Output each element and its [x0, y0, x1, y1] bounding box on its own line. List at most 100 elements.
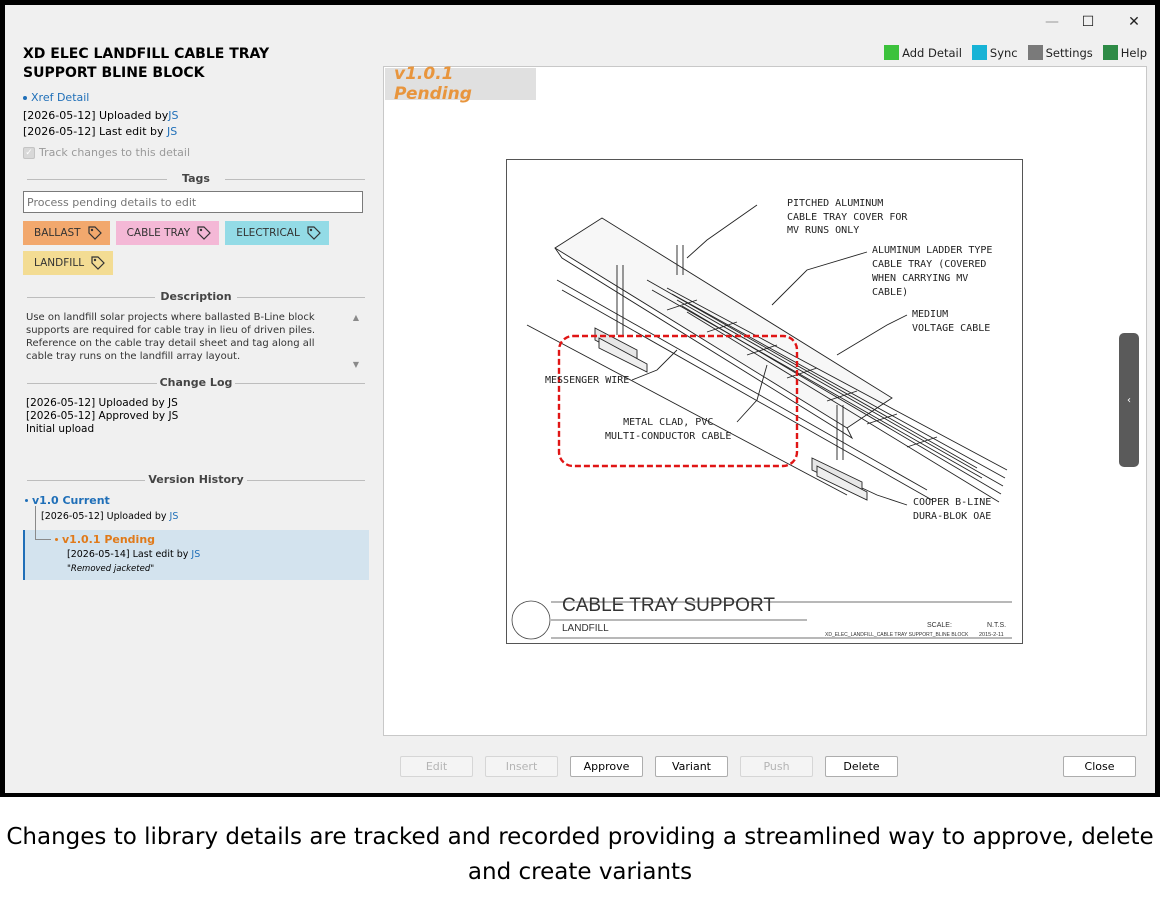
tag-icon	[87, 226, 102, 240]
version-current[interactable]: v1.0 Current	[23, 494, 369, 507]
add-detail-button[interactable]: Add Detail	[884, 45, 962, 60]
tag-list: BALLAST CABLE TRAY ELECTRICAL LANDFILL	[23, 221, 363, 275]
uploaded-meta: [2026-05-12] Uploaded byJS	[23, 108, 369, 124]
callout-line: MULTI-CONDUCTOR CABLE	[605, 431, 732, 442]
description-box: Use on landfill solar projects where bal…	[23, 311, 363, 369]
callout-bline-block: COOPER B-LINE DURA-BLOK OAE	[913, 496, 991, 524]
collapse-panel-handle[interactable]: ‹	[1119, 333, 1139, 467]
tag-icon	[197, 226, 212, 240]
drawing-date: 2015-2-11	[979, 632, 1004, 638]
last-edit-prefix: [2026-05-12] Last edit by	[23, 125, 164, 138]
help-label: Help	[1120, 45, 1147, 60]
app-window: — ☐ ✕ XD ELEC LANDFILL CABLE TRAY SUPPOR…	[0, 0, 1160, 797]
version-pending-meta: [2026-05-14] Last edit by JS	[67, 549, 200, 560]
callout-line: MEDIUM	[912, 309, 949, 320]
drawing-scale-label: SCALE:	[927, 622, 952, 629]
tag-label: CABLE TRAY	[126, 227, 191, 239]
version-pending-row[interactable]: v1.0.1 Pending [2026-05-14] Last edit by…	[23, 506, 369, 580]
drawing-title: CABLE TRAY SUPPORT	[562, 595, 775, 616]
scroll-down-icon[interactable]: ▼	[353, 360, 359, 369]
version-current-meta-prefix: [2026-05-12] Uploaded by	[41, 511, 167, 522]
scroll-up-icon[interactable]: ▲	[353, 313, 359, 322]
tree-connector	[35, 539, 51, 540]
maximize-icon[interactable]: ☐	[1073, 11, 1103, 33]
uploaded-user-link[interactable]: JS	[168, 109, 178, 122]
push-button[interactable]: Push	[740, 756, 813, 777]
last-edit-user-link[interactable]: JS	[167, 125, 177, 138]
callout-ladder-tray: ALUMINUM LADDER TYPE CABLE TRAY (COVERED…	[872, 244, 992, 300]
cable-tray-illustration	[511, 204, 1012, 640]
track-changes-checkbox[interactable]: ✓	[23, 146, 35, 159]
settings-label: Settings	[1045, 45, 1093, 60]
version-pending-note: "Removed jacketed"	[67, 564, 155, 574]
version-current-user-link[interactable]: JS	[170, 511, 179, 522]
tag-landfill[interactable]: LANDFILL	[23, 251, 114, 275]
change-log-entry: [2026-05-12] Approved by JS	[26, 410, 179, 422]
version-current-meta: [2026-05-12] Uploaded by JS	[41, 511, 369, 522]
edit-button[interactable]: Edit	[400, 756, 473, 777]
preview-version-badge: v1.0.1 Pending	[385, 64, 536, 104]
settings-button[interactable]: Settings	[1027, 45, 1093, 60]
version-current-label: v1.0 Current	[32, 494, 110, 507]
minimize-icon[interactable]: —	[1037, 11, 1067, 33]
bullet-icon	[55, 538, 58, 541]
callout-line: ALUMINUM LADDER TYPE	[872, 245, 993, 256]
tag-electrical[interactable]: ELECTRICAL	[225, 221, 329, 245]
callout-line: CABLE)	[872, 287, 909, 298]
callout-line: CABLE TRAY COVER FOR	[787, 211, 908, 223]
tags-section-title: Tags	[23, 171, 369, 187]
callout-line: DURA-BLOK OAE	[913, 511, 992, 522]
tag-icon	[307, 226, 321, 240]
callout-line: WHEN CARRYING MV	[872, 273, 969, 284]
callout-line: MV RUNS ONLY	[787, 225, 860, 236]
delete-button[interactable]: Delete	[825, 756, 898, 777]
track-changes-toggle[interactable]: ✓ Track changes to this detail	[23, 146, 369, 159]
drawing-filename: XD_ELEC_LANDFILL_CABLE TRAY SUPPORT_BLIN…	[825, 632, 969, 638]
callout-line: VOLTAGE CABLE	[912, 323, 991, 334]
version-pending[interactable]: v1.0.1 Pending	[55, 533, 155, 546]
cad-drawing: PITCHED ALUMINUM CABLE TRAY COVER FOR MV…	[506, 159, 1023, 644]
callout-line: MESSENGER WIRE	[545, 375, 630, 386]
detail-preview-pane: v1.0.1 Pending PITCHED ALUMINUM CABLE TR…	[383, 64, 1147, 736]
xref-detail-link[interactable]: Xref Detail	[23, 91, 369, 104]
version-pending-user-link[interactable]: JS	[191, 549, 200, 560]
callout-tray-cover: PITCHED ALUMINUM CABLE TRAY COVER FOR MV…	[787, 197, 907, 238]
track-changes-label: Track changes to this detail	[39, 146, 191, 159]
add-detail-icon	[884, 45, 900, 60]
tag-input[interactable]	[23, 191, 363, 213]
detail-title: XD ELEC LANDFILL CABLE TRAY SUPPORT BLIN…	[23, 46, 270, 81]
close-window-icon[interactable]: ✕	[1119, 11, 1149, 33]
change-log-entry: Initial upload	[26, 423, 95, 435]
close-button[interactable]: Close	[1063, 756, 1136, 777]
tag-ballast[interactable]: BALLAST	[23, 221, 110, 245]
last-edit-meta: [2026-05-12] Last edit by JS	[23, 124, 369, 140]
tag-label: BALLAST	[34, 227, 81, 239]
chevron-left-icon: ‹	[1127, 394, 1131, 406]
tag-label: ELECTRICAL	[236, 227, 300, 239]
callout-messenger-wire: MESSENGER WIRE	[545, 374, 629, 388]
version-pending-label: v1.0.1 Pending	[62, 533, 156, 546]
approve-button[interactable]: Approve	[570, 756, 643, 777]
callout-mc-cable: METAL CLAD, PVC MULTI-CONDUCTOR CABLE	[605, 416, 731, 444]
help-icon	[1102, 45, 1118, 60]
version-pending-meta-prefix: [2026-05-14] Last edit by	[67, 549, 189, 560]
callout-line: METAL CLAD, PVC	[623, 417, 714, 428]
window-body: — ☐ ✕ XD ELEC LANDFILL CABLE TRAY SUPPOR…	[5, 5, 1155, 793]
callout-line: CABLE TRAY (COVERED	[872, 259, 987, 270]
xref-detail-label: Xref Detail	[31, 91, 90, 104]
variant-button[interactable]: Variant	[655, 756, 728, 777]
help-button[interactable]: Help	[1102, 45, 1147, 60]
insert-button[interactable]: Insert	[485, 756, 558, 777]
tag-cable-tray[interactable]: CABLE TRAY	[115, 221, 220, 245]
add-detail-label: Add Detail	[902, 45, 962, 60]
sync-button[interactable]: Sync	[971, 45, 1018, 60]
settings-icon	[1027, 45, 1043, 60]
drawing-scale-value: N.T.S.	[987, 622, 1007, 629]
sync-icon	[971, 45, 987, 60]
sync-label: Sync	[989, 45, 1018, 60]
drawing-subtitle: LANDFILL	[562, 623, 609, 634]
change-log-list: [2026-05-12] Uploaded by JS [2026-05-12]…	[23, 397, 369, 436]
tree-connector	[35, 506, 36, 540]
bullet-icon	[23, 95, 27, 100]
callout-line: COOPER B-LINE	[913, 497, 992, 508]
